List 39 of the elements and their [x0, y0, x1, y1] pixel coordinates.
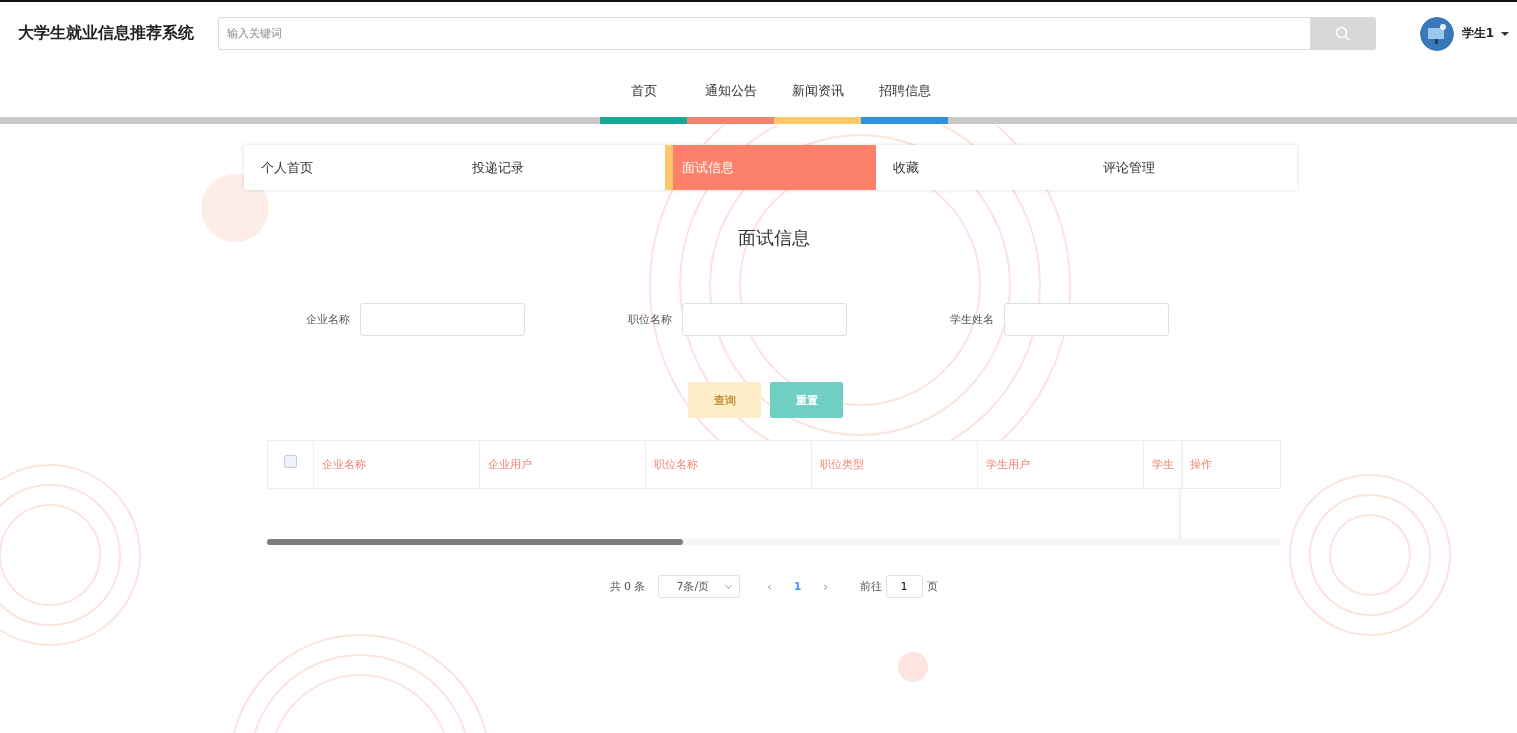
nav-link[interactable]: 新闻资讯	[774, 82, 861, 100]
page-suffix: 页	[926, 579, 938, 594]
goto-label: 前往	[859, 579, 882, 594]
column-header: 企业名称	[314, 441, 480, 488]
tab[interactable]: 收藏	[875, 145, 1087, 190]
scrollbar[interactable]	[267, 539, 1281, 545]
page-size-select[interactable]: 7条/页	[657, 575, 740, 598]
page-title: 面试信息	[736, 226, 811, 250]
search-field[interactable]: 输入关键词	[217, 17, 1310, 50]
total-count: 共 0 条	[609, 579, 646, 594]
caret-icon[interactable]	[1501, 31, 1509, 36]
search-icon	[1334, 25, 1351, 42]
decorative-dot	[898, 652, 928, 682]
column-header: 学生用户	[978, 441, 1144, 488]
column-header: 企业用户	[480, 441, 646, 488]
column-header: 学生	[1144, 441, 1182, 488]
field-label: 职位名称	[628, 312, 672, 327]
tab[interactable]: 投递记录	[454, 145, 666, 190]
field-label: 学生姓名	[950, 312, 994, 327]
nav-link[interactable]: 首页	[600, 82, 687, 100]
site-title: 大学生就业信息推荐系统	[18, 23, 195, 44]
user-name[interactable]: 学生1	[1461, 25, 1494, 42]
avatar[interactable]	[1419, 16, 1454, 51]
field-label: 企业名称	[306, 312, 350, 327]
scrollbar-thumb[interactable]	[267, 539, 683, 545]
tab[interactable]: 个人首页	[244, 145, 455, 190]
input-field[interactable]	[682, 303, 847, 336]
search-button[interactable]	[1309, 17, 1376, 50]
input-field[interactable]	[1004, 303, 1169, 336]
page-input[interactable]: 1	[885, 575, 923, 598]
decorative-dot	[201, 174, 269, 242]
column-header: 操作	[1182, 441, 1280, 488]
input-field[interactable]	[360, 303, 525, 336]
tab[interactable]: 评论管理	[1086, 145, 1297, 190]
column-header: 职位类型	[812, 441, 978, 488]
checkbox[interactable]	[284, 455, 297, 468]
column-header: 职位名称	[646, 441, 812, 488]
nav-link[interactable]: 通知公告	[687, 82, 774, 100]
nav-link[interactable]: 招聘信息	[861, 82, 948, 100]
